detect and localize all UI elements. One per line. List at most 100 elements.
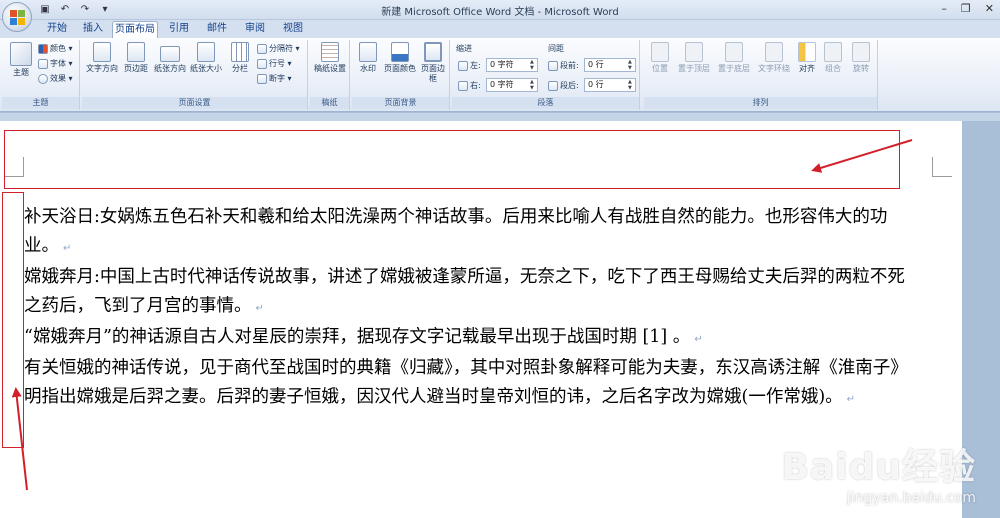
spacing-after-input[interactable]: 0 行 (584, 78, 636, 92)
tab-view[interactable]: 视图 (276, 21, 310, 38)
tab-review[interactable]: 审阅 (238, 21, 272, 38)
rotate-button[interactable]: 旋转 (848, 42, 874, 74)
text-direction-icon (93, 42, 111, 62)
window-controls: – ❐ ✕ (941, 2, 994, 15)
bring-to-front-icon (685, 42, 703, 62)
paragraph-group-label: 段落 (452, 97, 639, 109)
position-icon (651, 42, 669, 62)
size-icon (197, 42, 215, 62)
hyphenation-button[interactable]: 断字 ▾ (257, 73, 292, 84)
indent-title: 缩进 (456, 44, 472, 53)
spacing-before-input[interactable]: 0 行 (584, 58, 636, 72)
text-direction-label: 文字方向 (86, 64, 118, 73)
indent-left-text: 左: (470, 61, 481, 70)
arrange-group-label: 排列 (644, 97, 877, 109)
breaks-icon (257, 43, 267, 54)
columns-button[interactable]: 分栏 (226, 42, 254, 74)
ribbon: 主题 颜色 ▾ 字体 ▾ 效果 ▾ 主题 文字方向 页边距 纸张方向 纸张大小 (0, 38, 1000, 112)
indent-right-input[interactable]: 0 字符 (486, 78, 538, 92)
colors-icon (38, 43, 48, 54)
spacing-before-icon (548, 60, 558, 71)
breaks-button[interactable]: 分隔符 ▾ (257, 43, 300, 54)
fonts-button[interactable]: 字体 ▾ (38, 58, 73, 69)
paragraph-4-text: 有关恒娥的神话传说，见于商代至战国时的典籍《归藏》，其中对照卦象解释可能为夫妻，… (24, 358, 908, 407)
page-borders-button[interactable]: 页面边框 (418, 42, 448, 84)
colors-label: 颜色 (50, 44, 66, 53)
ruler (0, 113, 1000, 121)
spacing-after-icon (548, 80, 558, 91)
margins-label: 页边距 (124, 64, 148, 73)
page-borders-icon (424, 42, 442, 62)
text-wrapping-button[interactable]: 文字环绕 (754, 42, 794, 74)
document-body[interactable]: 补天浴日:女娲炼五色石补天和羲和给太阳洗澡两个神话故事。后用来比喻人有战胜自然的… (24, 203, 910, 414)
spacing-before-label: 段前: (548, 60, 579, 71)
columns-label: 分栏 (232, 64, 248, 73)
tab-references[interactable]: 引用 (162, 21, 196, 38)
group-button[interactable]: 组合 (820, 42, 846, 74)
watermark-button[interactable]: 水印 (354, 42, 382, 74)
tab-insert[interactable]: 插入 (76, 21, 110, 38)
send-to-back-button[interactable]: 置于底层 (714, 42, 754, 74)
text-wrapping-icon (765, 42, 783, 62)
send-to-back-icon (725, 42, 743, 62)
paragraph-3-text: “嫦娥奔月”的神话源自古人对星辰的崇拜，据现存文字记载最早出现于战国时期 [1]… (24, 327, 691, 347)
watermark-icon (359, 42, 377, 62)
paragraph-group: 缩进 间距 左: 0 字符 右: 0 字符 段前: 0 行 段后: 0 行 段落 (452, 40, 640, 110)
paragraph-4[interactable]: 有关恒娥的神话传说，见于商代至战国时的典籍《归藏》，其中对照卦象解释可能为夫妻，… (24, 354, 910, 414)
indent-left-input[interactable]: 0 字符 (486, 58, 538, 72)
tab-home[interactable]: 开始 (40, 21, 74, 38)
indent-left-icon (458, 60, 468, 71)
theme-button-label: 主题 (13, 68, 29, 77)
position-label: 位置 (652, 64, 668, 73)
paragraph-3[interactable]: “嫦娥奔月”的神话源自古人对星辰的崇拜，据现存文字记载最早出现于战国时期 [1]… (24, 323, 910, 354)
paragraph-mark: ↵ (694, 334, 703, 345)
page-background-group: 水印 页面颜色 页面边框 页面背景 (352, 40, 450, 110)
minimize-icon[interactable]: – (941, 2, 947, 15)
align-button[interactable]: 对齐 (794, 42, 820, 74)
paragraph-2[interactable]: 嫦娥奔月:中国上古时代神话传说故事，讲述了嫦娥被逢蒙所逼，无奈之下，吃下了西王母… (24, 263, 910, 323)
tab-page-layout[interactable]: 页面布局 (112, 21, 158, 38)
size-label: 纸张大小 (190, 64, 222, 73)
paragraph-1[interactable]: 补天浴日:女娲炼五色石补天和羲和给太阳洗澡两个神话故事。后用来比喻人有战胜自然的… (24, 203, 910, 263)
bring-to-front-label: 置于顶层 (678, 64, 710, 73)
draft-paper-group-label: 稿纸 (310, 97, 349, 109)
size-button[interactable]: 纸张大小 (188, 42, 224, 74)
align-label: 对齐 (799, 64, 815, 73)
draft-paper-label: 稿纸设置 (314, 64, 346, 73)
indent-right-text: 右: (470, 81, 481, 90)
effects-label: 效果 (50, 74, 66, 83)
annotation-box-top-margin (4, 130, 900, 189)
restore-icon[interactable]: ❐ (961, 2, 971, 15)
theme-button[interactable]: 主题 (6, 42, 36, 78)
line-numbers-icon (257, 58, 267, 69)
tab-mailings[interactable]: 邮件 (200, 21, 234, 38)
draft-paper-button[interactable]: 稿纸设置 (314, 42, 346, 74)
orientation-icon (160, 46, 180, 62)
colors-button[interactable]: 颜色 ▾ (38, 43, 73, 54)
office-button[interactable] (2, 2, 32, 32)
group-icon (824, 42, 842, 62)
text-direction-button[interactable]: 文字方向 (84, 42, 120, 74)
line-numbers-label: 行号 (269, 59, 285, 68)
margins-button[interactable]: 页边距 (120, 42, 152, 74)
paragraph-mark: ↵ (846, 394, 856, 405)
rotate-icon (852, 42, 870, 62)
baidu-watermark: Baidu经验 jingyan.baidu.com (782, 438, 976, 506)
bring-to-front-button[interactable]: 置于顶层 (674, 42, 714, 74)
theme-group-label: 主题 (2, 97, 79, 109)
office-logo-icon (10, 10, 26, 26)
spacing-title: 间距 (548, 44, 564, 53)
title-bar: ▣ ↶ ↷ ▾ 新建 Microsoft Office Word 文档 - Mi… (0, 0, 1000, 20)
rotate-label: 旋转 (853, 64, 869, 73)
effects-button[interactable]: 效果 ▾ (38, 73, 73, 84)
ribbon-tabs: 开始 插入 页面布局 引用 邮件 审阅 视图 (0, 20, 1000, 38)
watermark-sub: jingyan.baidu.com (846, 490, 976, 506)
fonts-label: 字体 (50, 59, 66, 68)
close-icon[interactable]: ✕ (985, 2, 994, 15)
page-color-icon (391, 42, 409, 62)
page-color-button[interactable]: 页面颜色 (382, 42, 418, 74)
send-to-back-label: 置于底层 (718, 64, 750, 73)
line-numbers-button[interactable]: 行号 ▾ (257, 58, 292, 69)
position-button[interactable]: 位置 (646, 42, 674, 74)
orientation-button[interactable]: 纸张方向 (152, 42, 188, 74)
